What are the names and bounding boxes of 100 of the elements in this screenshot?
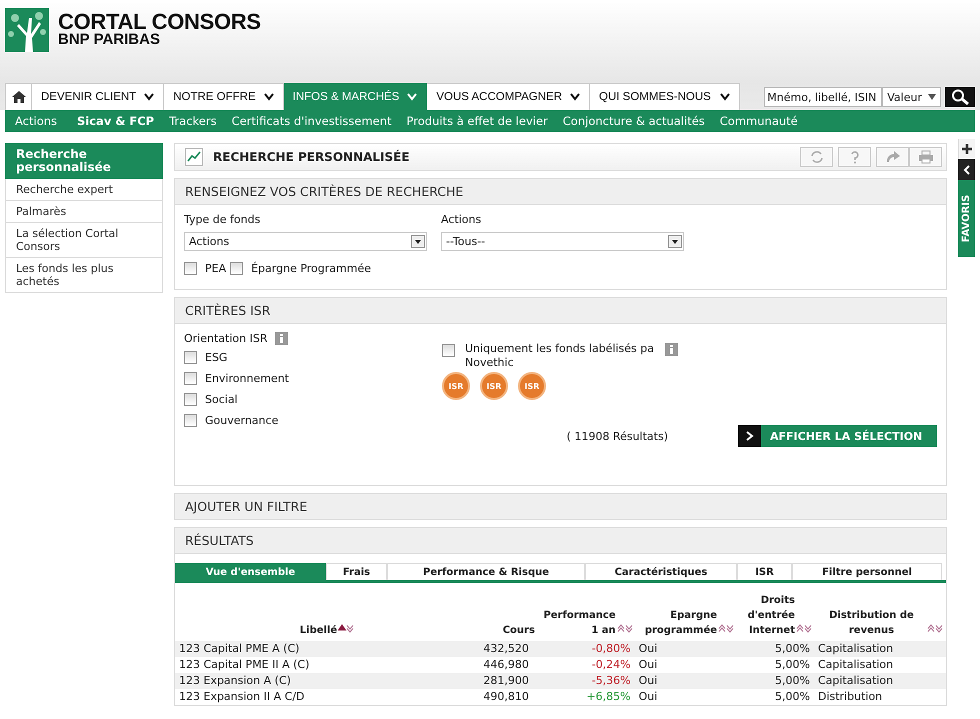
caret-icon [570,93,580,101]
result-count: ( 11908 Résultats) [566,430,668,442]
checkbox[interactable] [184,351,197,364]
results-tab[interactable]: Vue d'ensemble [175,563,326,580]
sort-icon[interactable] [796,624,812,633]
column-header[interactable]: Performance 1 an [540,608,616,638]
caret-icon [928,94,936,100]
collapse-icon[interactable] [958,159,975,180]
subnav-link[interactable]: Certificats d'investissement [226,114,402,128]
results-tab[interactable]: Filtre personnel [792,563,942,580]
search-button[interactable] [945,87,975,107]
home-icon[interactable] [5,83,32,110]
results-tab[interactable]: Caractéristiques [585,563,737,580]
section-heading[interactable]: AJOUTER UN FILTRE [175,494,946,519]
results-tab[interactable]: ISR [737,563,792,580]
table-cell: Oui [634,657,736,673]
checkbox[interactable] [230,262,244,275]
column-header: Cours [502,624,535,638]
nav-tab[interactable]: VOUS ACCOMPAGNER [427,83,590,110]
field-label: Orientation ISR [184,332,268,345]
table-cell: Capitalisation [814,673,946,689]
favorites-tab[interactable]: FAVORIS [958,180,975,257]
nav-tab[interactable]: QUI SOMMES-NOUS [590,83,740,110]
nav-tab[interactable]: INFOS & MARCHÉS [284,83,428,110]
caret-icon [264,93,274,101]
checkbox-label: Novethic [465,356,515,370]
info-icon[interactable] [665,343,678,356]
search-field[interactable]: Mnémo, libellé, ISIN [764,87,882,107]
print-icon[interactable] [909,147,942,167]
chevron-icon [746,431,754,441]
column-header[interactable]: Epargne programmée [637,608,718,638]
sidebar-item[interactable]: La sélection Cortal Consors [5,223,163,258]
add-icon[interactable] [958,139,975,159]
caret-icon [407,93,418,101]
checkbox-label: ESG [205,351,228,364]
subnav-link[interactable]: Communauté [714,114,808,128]
nav-tab[interactable]: NOTRE OFFRE [164,83,284,110]
checkbox[interactable] [184,393,197,406]
page-title: RECHERCHE PERSONNALISÉE [213,150,410,164]
help-icon[interactable] [838,147,871,167]
field-label: Type de fonds [184,213,262,226]
table-cell: Oui [634,673,736,689]
type-dropdown[interactable]: Valeur [882,87,941,107]
checkbox[interactable] [184,414,197,427]
table-cell: Capitalisation [814,657,946,673]
subnav-link[interactable]: Conjoncture & actualités [558,114,715,128]
subnav-link[interactable]: Produits à effet de levier [402,114,558,128]
section-heading: RENSEIGNEZ VOS CRITÈRES DE RECHERCHE [175,179,946,205]
field-label: Actions [441,213,482,226]
sort-icon[interactable] [718,624,734,633]
checkbox[interactable] [184,372,197,385]
table-cell: Oui [634,689,736,705]
table-cell: -5,36% [536,673,635,689]
checkbox-label: PEA [205,262,226,275]
isr-label-badge: ISR [480,372,508,400]
info-icon[interactable] [275,332,288,345]
dropdown[interactable]: --Tous-- [441,232,684,251]
table-cell: Distribution [814,689,946,705]
table-cell: 123 Expansion II A C/D [175,689,479,705]
subnav-link[interactable]: Actions [10,114,68,128]
nav-tab[interactable]: DEVENIR CLIENT [32,83,164,110]
checkbox-label: Environnement [205,372,289,385]
checkbox[interactable] [184,262,197,275]
section-heading: RÉSULTATS [175,528,946,554]
results-tab[interactable]: Performance & Risque [387,563,585,580]
dropdown[interactable]: Actions [184,232,427,251]
show-selection-button[interactable]: AFFICHER LA SÉLECTION [738,425,937,447]
subnav-link[interactable]: Trackers [164,114,227,128]
sort-icon[interactable] [338,624,354,633]
isr-label-badge: ISR [518,372,546,400]
sidebar-item[interactable]: Recherche expert [5,179,163,201]
sort-icon[interactable] [927,624,944,633]
share-icon[interactable] [876,147,909,167]
table-cell: 5,00% [736,689,814,705]
column-header[interactable]: Droits d'entrée Internet [738,593,795,638]
sidebar-item[interactable]: Palmarès [5,201,163,223]
sidebar-item[interactable]: Recherche personnalisée [5,143,163,179]
refresh-icon[interactable] [800,147,833,167]
table-cell: +6,85% [536,689,635,705]
table-cell: 123 Expansion A (C) [175,673,479,689]
table-cell: Oui [634,641,736,657]
checkbox-label: Social [205,393,238,406]
column-header[interactable]: Libellé [300,623,338,638]
table-cell: 432,520 [479,641,537,657]
table-cell: 5,00% [736,673,814,689]
checkbox-label: Uniquement les fonds labélisés pa [465,342,656,356]
sort-icon[interactable] [616,624,633,633]
sidebar-item[interactable]: Les fonds les plus achetés [5,258,163,293]
brand-subname: BNP PARIBAS [58,32,161,47]
table-cell: 123 Capital PME II A (C) [175,657,479,673]
table-cell: 123 Capital PME A (C) [175,641,479,657]
table-cell: 5,00% [736,641,814,657]
results-tab[interactable]: Frais [326,563,387,580]
table-cell: 490,810 [479,689,537,705]
checkbox[interactable] [442,344,455,357]
table-cell: 5,00% [736,657,814,673]
subnav-link[interactable]: Sicav & FCP [67,114,164,128]
brand-name: CORTAL CONSORS [58,11,261,32]
section-heading: CRITÈRES ISR [175,298,946,324]
column-header[interactable]: Distribution de revenus [816,608,926,638]
